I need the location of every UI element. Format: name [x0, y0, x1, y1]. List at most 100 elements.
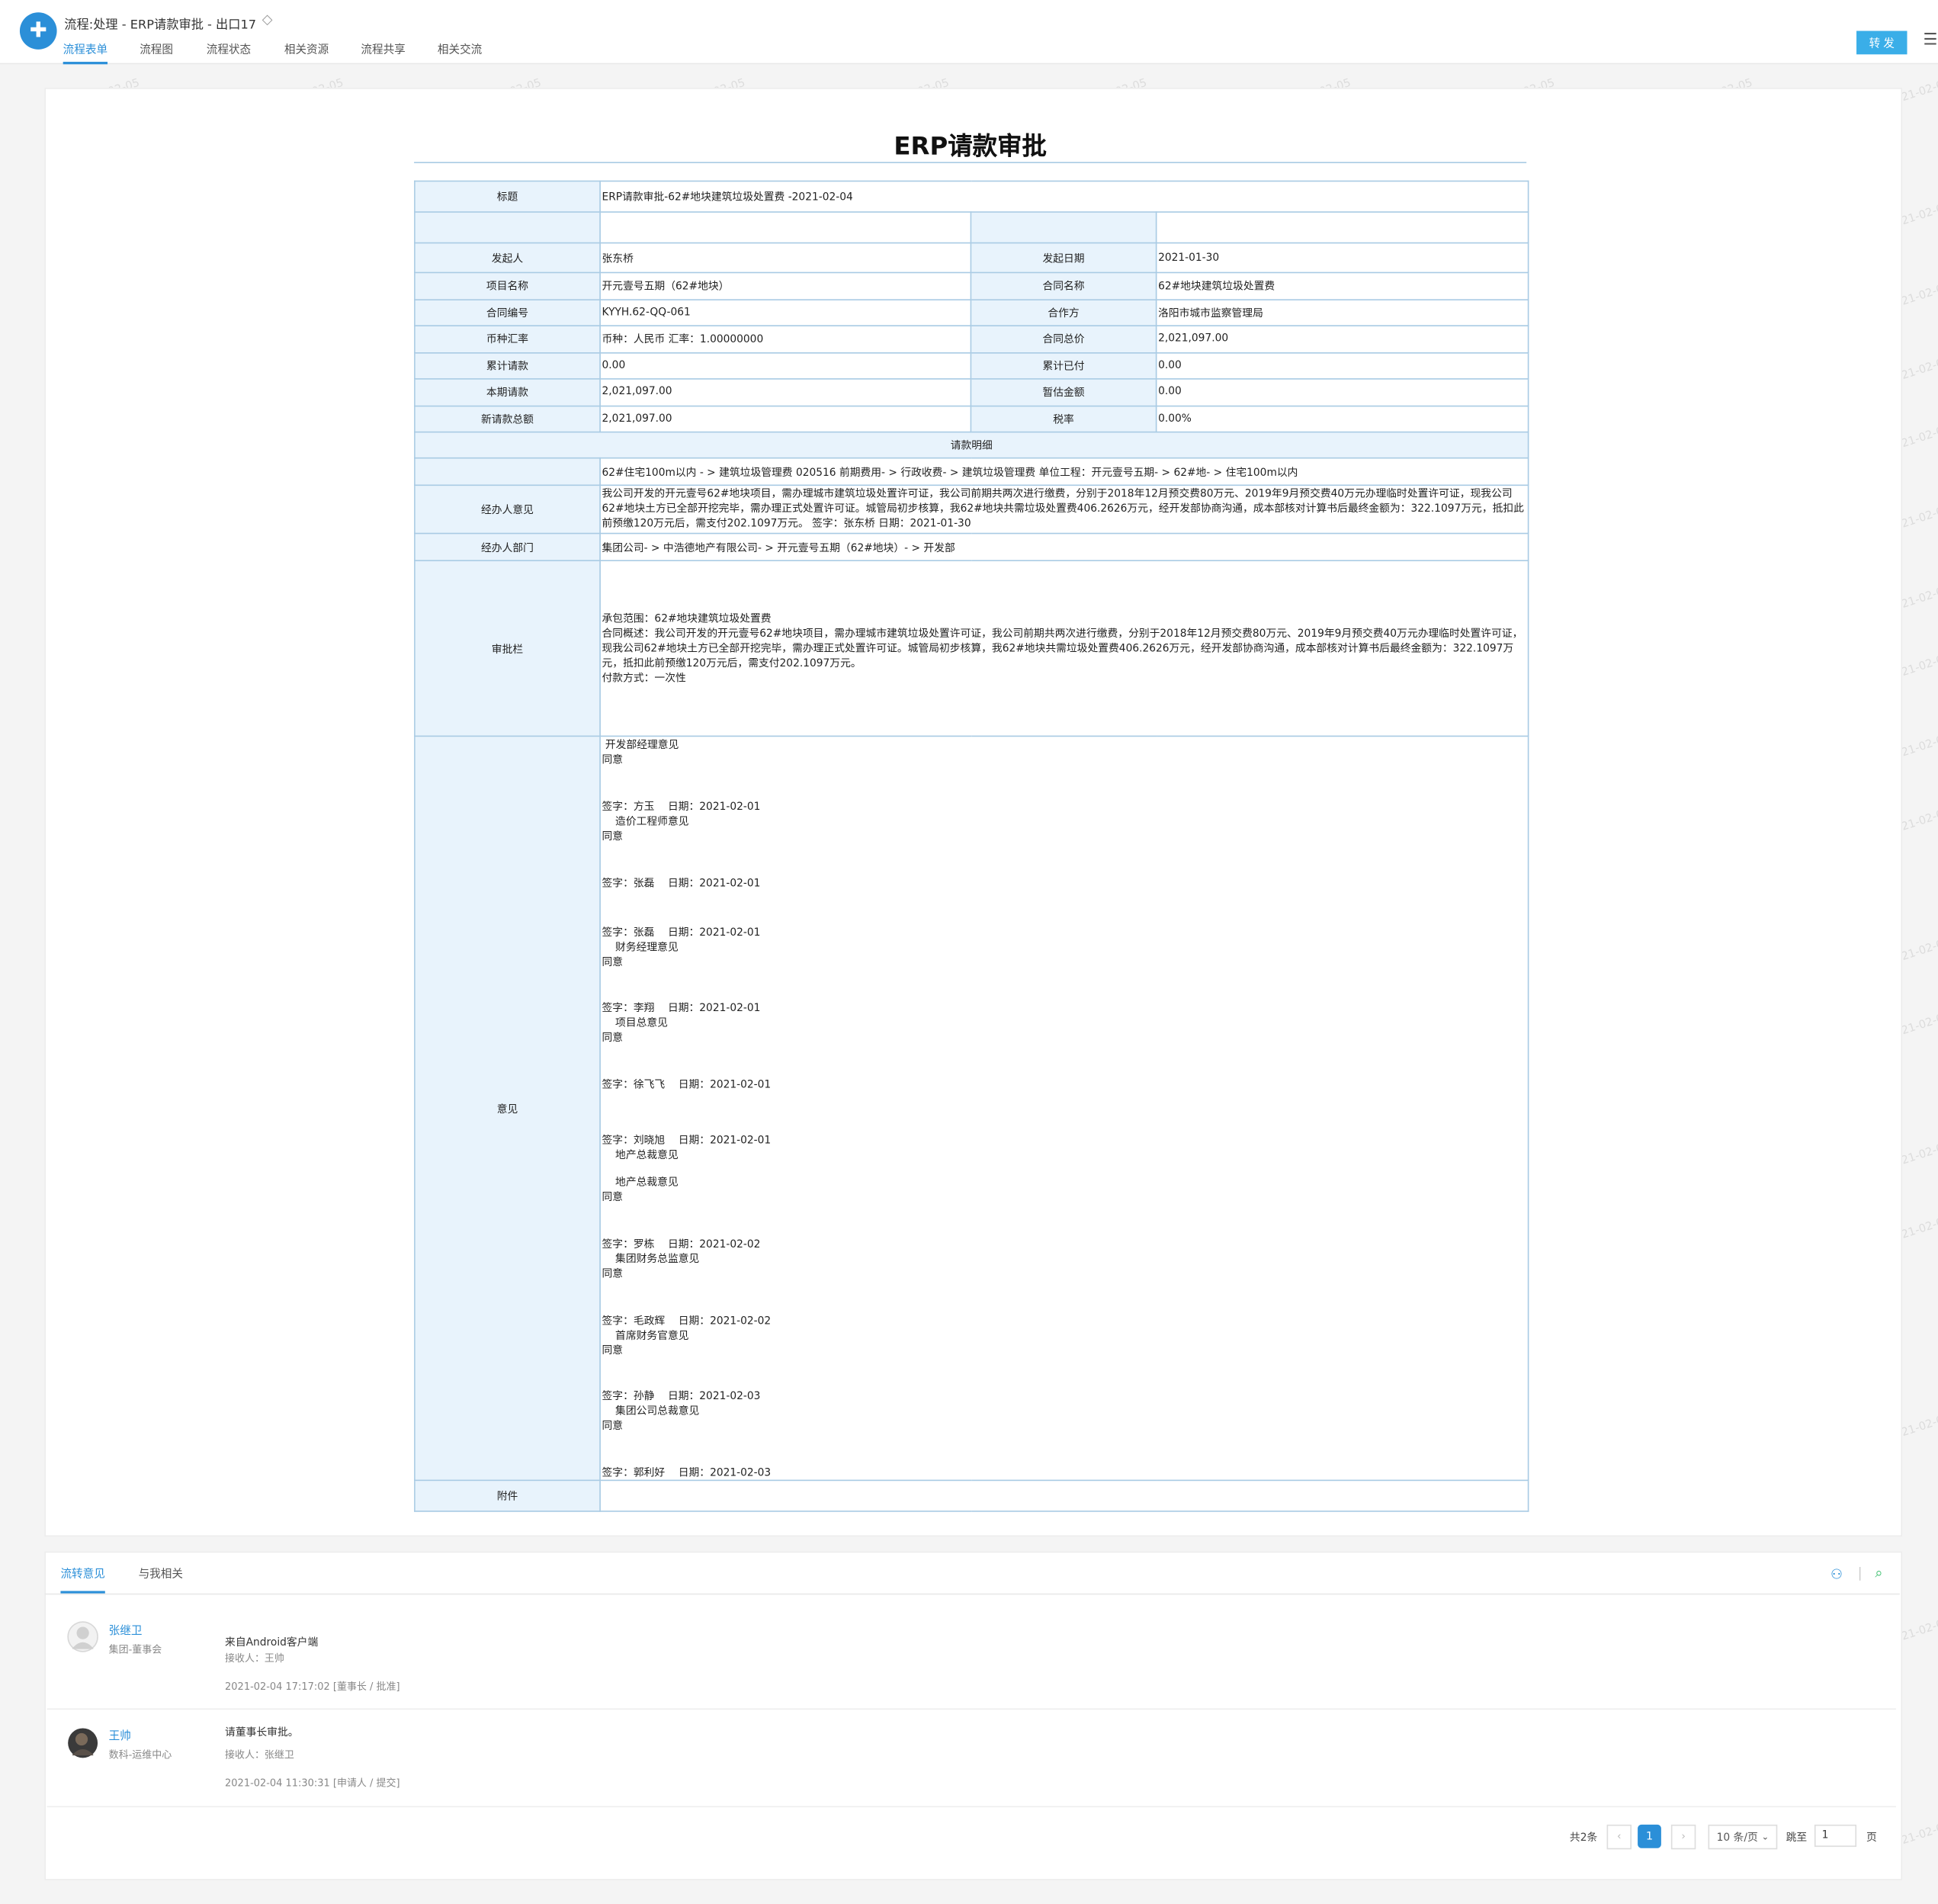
opinion-line: 签字：李翔 日期：2021-02-01 — [602, 1002, 761, 1016]
opinion-line: 地产总裁意见 — [602, 1149, 679, 1162]
page-size-value: 10 条/页 — [1716, 1832, 1758, 1845]
field-label: 发起日期 — [970, 242, 1157, 274]
field-label: 税率 — [970, 404, 1157, 433]
commenter-dept: 集团-董事会 — [108, 1644, 162, 1655]
field-value: 0.00 — [599, 352, 972, 380]
opinion-line: 首席财务官意见 — [602, 1330, 689, 1343]
divider-bar: | — [1857, 1565, 1863, 1581]
tab-status[interactable]: 流程状态 — [207, 40, 251, 62]
opinion-line: 开发部经理意见 — [602, 739, 679, 752]
empty-label-cell — [414, 211, 601, 244]
current-page[interactable]: 1 — [1638, 1824, 1661, 1848]
tab-flowchart[interactable]: 流程图 — [140, 40, 173, 62]
field-label: 本期请款 — [414, 378, 601, 406]
page-title: 流程:处理 - ERP请款审批 - 出口17 — [64, 18, 257, 33]
comment-divider — [47, 1806, 1896, 1808]
field-label: 合同编号 — [414, 298, 601, 326]
handler-dept-value: 集团公司- > 中浩德地产有限公司- > 开元壹号五期（62#地块）- > 开发… — [599, 532, 1529, 562]
field-label: 累计请款 — [414, 352, 601, 380]
opinion-line: 签字：张磊 日期：2021-02-01 — [602, 926, 761, 940]
next-page-button[interactable]: › — [1670, 1824, 1696, 1850]
empty-value-cell — [1155, 211, 1529, 244]
total-count: 共2条 — [1569, 1832, 1598, 1845]
empty-value-cell — [599, 211, 972, 244]
opinion-line: 财务经理意见 — [602, 942, 679, 955]
handler-opinion-value: 我公司开发的开元壹号62#地块项目，需办理城市建筑垃圾处置许可证，我公司前期共两… — [602, 488, 1524, 531]
tab-form[interactable]: 流程表单 — [63, 40, 108, 65]
field-value: 0.00 — [1155, 352, 1529, 380]
tab-share[interactable]: 流程共享 — [361, 40, 405, 62]
detail-label-cell — [414, 457, 601, 486]
opinion-line: 地产总裁意见 — [602, 1177, 679, 1190]
comments-divider — [44, 1593, 1900, 1595]
field-value: 2021-01-30 — [1155, 242, 1529, 274]
detail-line: 62#住宅100m以内 - > 建筑垃圾管理费 020516 前期费用- > 行… — [599, 457, 1529, 486]
page-size-select[interactable]: 10 条/页 ⌄ — [1708, 1824, 1778, 1850]
commenter-name[interactable]: 王帅 — [109, 1727, 131, 1743]
field-value: 张东桥 — [599, 242, 972, 274]
opinion-line: 同意 — [602, 1268, 624, 1281]
top-header: ✚ 流程:处理 - ERP请款审批 - 出口17 ◇ 流程表单 流程图 流程状态… — [0, 0, 1938, 65]
opinion-line: 项目总意见 — [602, 1017, 668, 1030]
info-row: 本期请款 2,021,097.00 暂估金额 0.00 — [414, 378, 1529, 406]
info-row: 项目名称 开元壹号五期（62#地块） 合同名称 62#地块建筑垃圾处置费 — [414, 271, 1529, 300]
field-value: KYYH.62-QQ-061 — [599, 298, 972, 326]
field-value: 62#地块建筑垃圾处置费 — [1155, 271, 1529, 300]
opinion-line: 集团财务总监意见 — [602, 1253, 700, 1267]
info-row: 新请款总额 2,021,097.00 税率 0.00% — [414, 404, 1529, 433]
title-divider — [414, 162, 1527, 163]
tab-resources[interactable]: 相关资源 — [284, 40, 329, 62]
subject-value: ERP请款审批-62#地块建筑垃圾处置费 -2021-02-04 — [599, 180, 1529, 213]
form-title: ERP请款审批 — [894, 130, 1047, 161]
opinion-line: 同意 — [602, 956, 624, 970]
comment-receiver: 接收人：王帅 — [225, 1652, 284, 1665]
opinion-line: 同意 — [602, 830, 624, 843]
opinion-list: 开发部经理意见 同意 签字：方玉 日期：2021-02-01 造价工程师意见 同意 签字… — [602, 737, 1527, 1479]
approval-form-table: 标题 ERP请款审批-62#地块建筑垃圾处置费 -2021-02-04 发起人张… — [414, 180, 1529, 1512]
field-value: 2,021,097.00 — [599, 404, 972, 433]
field-value: 0.00 — [1155, 378, 1529, 406]
opinion-line: 签字：徐飞飞 日期：2021-02-01 — [602, 1079, 772, 1092]
field-label: 发起人 — [414, 242, 601, 274]
prev-page-button[interactable]: ‹ — [1606, 1824, 1632, 1850]
field-label: 合作方 — [970, 298, 1157, 326]
info-row: 发起人 张东桥 发起日期 2021-01-30 — [414, 242, 1529, 274]
opinion-line: 造价工程师意见 — [602, 815, 689, 829]
field-label: 新请款总额 — [414, 404, 601, 433]
avatar — [68, 1728, 98, 1758]
page-unit-label: 页 — [1866, 1832, 1877, 1845]
user-filter-icon[interactable]: ⚇ — [1831, 1566, 1843, 1582]
field-label: 累计已付 — [970, 352, 1157, 380]
tab-exchange[interactable]: 相关交流 — [438, 40, 482, 62]
empty-label-cell — [970, 211, 1157, 244]
tag-icon[interactable]: ◇ — [262, 11, 273, 27]
opinion-line: 签字：罗栋 日期：2021-02-02 — [602, 1238, 761, 1251]
field-value: 币种：人民币 汇率：1.00000000 — [599, 325, 972, 353]
opinion-line: 同意 — [602, 1032, 624, 1045]
comment-content: 请董事长审批。 — [225, 1726, 299, 1740]
approval-value: 承包范围：62#地块建筑垃圾处置费 合同概述：我公司开发的开元壹号62#地块项目… — [602, 612, 1523, 685]
commenter-dept: 数科-运维中心 — [108, 1748, 172, 1761]
opinion-line: 签字：郭利好 日期：2021-02-03 — [602, 1467, 772, 1480]
opinion-line: 签字：刘晓旭 日期：2021-02-01 — [602, 1135, 772, 1148]
opinion-line: 签字：毛政辉 日期：2021-02-02 — [602, 1315, 772, 1328]
jump-label: 跳至 — [1786, 1832, 1808, 1845]
jump-input[interactable]: 1 — [1814, 1824, 1857, 1848]
opinion-line: 签字：方玉 日期：2021-02-01 — [602, 801, 761, 814]
field-value: 2,021,097.00 — [1155, 325, 1529, 353]
tab-related-to-me[interactable]: 与我相关 — [139, 1565, 183, 1591]
comment-time: 2021-02-04 17:17:02 [董事长 / 批准] — [225, 1681, 400, 1693]
app-logo-icon: ✚ — [19, 12, 57, 50]
commenter-name[interactable]: 张继卫 — [109, 1622, 143, 1638]
tab-flow-opinions[interactable]: 流转意见 — [60, 1565, 105, 1594]
attachment-label: 附件 — [414, 1479, 601, 1512]
handler-opinion-label: 经办人意见 — [414, 484, 601, 535]
search-icon[interactable]: ⌕ — [1875, 1565, 1882, 1582]
comment-receiver: 接收人：张继卫 — [225, 1748, 294, 1761]
info-rows: 发起人 张东桥 发起日期 2021-01-30 项目名称 开元壹号五期（62#地块） 合同名… — [414, 242, 1529, 433]
opinion-line: 同意 — [602, 1191, 624, 1205]
list-menu-icon[interactable]: ☰ — [1924, 31, 1938, 50]
avatar — [67, 1621, 98, 1652]
field-label: 暂估金额 — [970, 378, 1157, 406]
forward-button[interactable]: 转 发 — [1856, 31, 1908, 55]
